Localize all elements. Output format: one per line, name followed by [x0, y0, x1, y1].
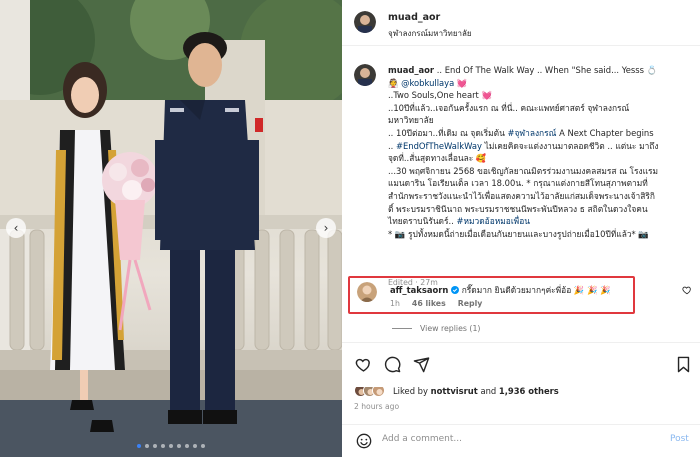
post-header: muad_aor จุฬาลงกรณ์มหาวิทยาลัย — [342, 0, 700, 46]
emoji-icon[interactable] — [356, 433, 372, 449]
carousel-dot[interactable] — [137, 444, 141, 448]
caption-line: A Next Chapter begins — [559, 127, 654, 138]
carousel-dot[interactable] — [185, 444, 189, 448]
heart-icon[interactable] — [682, 285, 692, 295]
reply-button[interactable]: Reply — [458, 299, 483, 308]
post-button[interactable]: Post — [670, 434, 689, 444]
carousel-dot[interactable] — [153, 444, 157, 448]
comment-input[interactable] — [382, 434, 642, 444]
comment-meta: 1h 46 likes Reply — [390, 299, 482, 308]
heart-icon[interactable] — [355, 356, 372, 373]
liked-by-user[interactable]: nottvisrut — [431, 386, 478, 396]
liker-avatars — [354, 384, 385, 397]
caption-line: 💓 — [456, 77, 468, 88]
caption-line: ...30 พฤศจิกายน 2568 ขอเชิญกัลยาณมิตรร่ว… — [388, 165, 659, 176]
caption-line: .. 10ปีต่อมา..ที่เดิม ณ จุดเริ่มต้น — [388, 127, 505, 138]
view-replies[interactable]: View replies (1) — [392, 324, 480, 333]
carousel-dots — [0, 444, 342, 448]
hashtag-link[interactable]: #จุฬาลงกรณ์ — [507, 128, 556, 138]
comment-text-row: aff_taksaorn กรี๊ดมาก ยินดีด้วยมากๆค่ะพี… — [390, 283, 650, 297]
caption-line: ไม่เคยคิดจะแต่งงานมาตลอดชีวิต .. แต่นะ ม… — [484, 140, 659, 151]
add-comment-bar: Post — [342, 424, 700, 457]
post-photo: ‹ › — [0, 0, 342, 457]
liked-by-count[interactable]: 1,936 others — [499, 386, 559, 396]
carousel-dot[interactable] — [145, 444, 149, 448]
post-time[interactable]: 2 hours ago — [354, 402, 399, 411]
caption-line: ..10ปีที่แล้ว..เจอกันครั้งแรก ณ ที่นี่..… — [388, 102, 630, 113]
replies-divider — [392, 328, 412, 329]
comment-icon[interactable] — [384, 356, 401, 373]
liked-by-row: Liked by nottvisrut and 1,936 others — [354, 384, 559, 397]
caption-username[interactable]: muad_aor — [388, 65, 434, 75]
hashtag-link[interactable]: #หมวดอ้อหมอเพื่อน — [456, 216, 529, 226]
share-icon[interactable] — [413, 356, 430, 373]
caption-line: 👰 — [388, 77, 399, 88]
caption-line: .. — [388, 140, 394, 151]
caption-text: muad_aor .. End Of The Walk Way .. When … — [388, 64, 688, 240]
chevron-left-icon[interactable]: ‹ — [6, 218, 26, 238]
carousel-dot[interactable] — [169, 444, 173, 448]
comment-likes[interactable]: 46 likes — [412, 299, 446, 308]
liked-by-text: Liked by nottvisrut and 1,936 others — [393, 386, 559, 396]
view-replies-label[interactable]: View replies (1) — [420, 324, 480, 333]
caption-line: แมนดาริน โอเรียนเต็ล เวลา 18.00น. * กรุณ… — [388, 178, 648, 189]
carousel-dot[interactable] — [177, 444, 181, 448]
commenter-username[interactable]: aff_taksaorn — [390, 285, 448, 295]
post-location[interactable]: จุฬาลงกรณ์มหาวิทยาลัย — [388, 27, 472, 40]
carousel-dot[interactable] — [201, 444, 205, 448]
caption-line: .. End Of The Walk Way .. When "She said… — [436, 65, 658, 75]
chevron-right-icon[interactable]: › — [316, 218, 336, 238]
photo-scene — [0, 0, 342, 457]
caption-line: ไทยตราบนิรันดร์.. — [388, 216, 454, 227]
caption-avatar[interactable] — [354, 64, 376, 86]
author-avatar[interactable] — [354, 11, 376, 33]
caption-line: สำนักพระราชวังแนะนำไว้เพื่อแสดงความไว้อา… — [388, 190, 655, 201]
commenter-avatar[interactable] — [357, 282, 377, 302]
verified-icon — [451, 286, 460, 294]
caption-line: มหาวิทยาลัย — [388, 115, 434, 126]
liked-by-joiner: and — [480, 385, 497, 396]
bookmark-icon[interactable] — [676, 356, 691, 373]
comment-age: 1h — [390, 299, 400, 308]
caption-line: ..Two Souls,One heart 💓 — [388, 90, 492, 101]
liker-avatar — [372, 384, 385, 397]
caption-line: ติ์ พระบรมราชินีนาถ พระบรมราชชนนีพระพันป… — [388, 203, 648, 214]
mention-link[interactable]: @kobkullaya — [401, 78, 454, 88]
comment-body: กรี๊ดมาก ยินดีด้วยมากๆค่ะพี่อ้อ 🎉 🎉 🎉 — [461, 285, 611, 295]
hashtag-link[interactable]: #EndOfTheWalkWay — [396, 141, 482, 151]
caption-line: * 📷 รูปทั้งหมดนี้ถ่ายเมื่อเดือนกันยายนแล… — [388, 228, 649, 239]
author-username[interactable]: muad_aor — [388, 12, 440, 23]
action-bar-divider — [342, 342, 700, 343]
liked-by-prefix: Liked by — [393, 385, 428, 396]
carousel-dot[interactable] — [161, 444, 165, 448]
carousel-dot[interactable] — [193, 444, 197, 448]
caption-line: จุดที่..สั่นสุดทางเลื่อนละ 🥰 — [388, 153, 487, 164]
